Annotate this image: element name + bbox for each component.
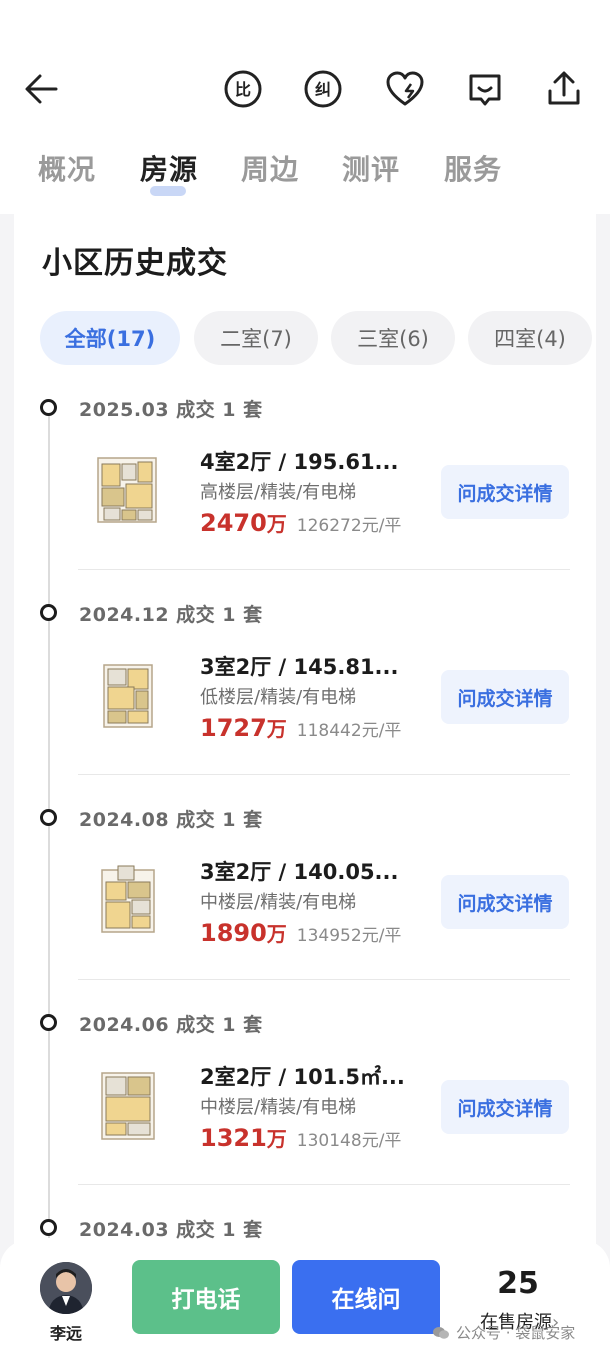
online-ask-button[interactable]: 在线问 <box>292 1260 440 1334</box>
price-row: 1321万 130148元/平 <box>200 1123 401 1152</box>
record-date: 2024.03 成交 1 套 <box>79 1219 263 1241</box>
bottom-action-bar: 李远 打电话 在线问 25 在售房源› 公众号 · 袋鼠安家 <box>0 1240 610 1356</box>
favorite-heart-icon[interactable] <box>384 68 426 110</box>
correct-error-icon[interactable]: 纠 <box>302 68 344 110</box>
wechat-icon <box>433 1326 449 1339</box>
svg-text:纠: 纠 <box>315 80 331 99</box>
svg-text:比: 比 <box>235 80 251 99</box>
divider <box>78 1184 570 1185</box>
call-button[interactable]: 打电话 <box>132 1260 280 1334</box>
for-sale-count[interactable]: 25 <box>470 1266 566 1301</box>
watermark-text: 公众号 · 袋鼠安家 <box>456 1324 576 1342</box>
transaction-record: 2024.12 成交 1 套 3室2厅 / 145.81... 低楼层/精装/有… <box>14 417 596 742</box>
transaction-record: 2025.03 成交 1 套 4室2厅 / 195.61... 高楼层/精装/有… <box>14 212 596 537</box>
agent-avatar[interactable] <box>40 1262 92 1314</box>
timeline-dot <box>40 1014 57 1031</box>
back-arrow-icon[interactable] <box>22 68 64 110</box>
compare-icon[interactable]: 比 <box>222 68 264 110</box>
tab-service[interactable]: 服务 <box>444 148 502 188</box>
timeline-dot <box>40 399 57 416</box>
total-price: 1321 <box>200 1124 267 1152</box>
agent-name: 李远 <box>49 1324 82 1343</box>
unit-price: 130148元/平 <box>296 1131 402 1151</box>
timeline-dot <box>40 1219 57 1236</box>
section-tabs: 概况 房源 周边 测评 服务 <box>0 148 610 196</box>
transaction-history-card: 小区历史成交 全部(17) 二室(7) 三室(6) 四室(4) 2025.03 … <box>14 212 596 1272</box>
timeline-dot <box>40 809 57 826</box>
tab-nearby[interactable]: 周边 <box>241 148 299 188</box>
price-unit: 万 <box>266 1127 287 1151</box>
tab-review[interactable]: 测评 <box>342 148 400 188</box>
listing-desc: 中楼层/精装/有电梯 <box>200 1097 357 1118</box>
top-header: 比 纠 概况 房源 周边 测评 服务 <box>0 0 610 214</box>
tab-listings[interactable]: 房源 <box>140 148 198 188</box>
watermark: 公众号 · 袋鼠安家 <box>432 1322 575 1343</box>
timeline-dot <box>40 604 57 621</box>
transaction-record: 2024.06 成交 1 套 2室2厅 / 101.5㎡... 中楼层/精装/有… <box>14 827 596 1152</box>
share-icon[interactable] <box>543 68 585 110</box>
tab-overview[interactable]: 概况 <box>38 148 96 188</box>
transaction-record: 2024.03 成交 1 套 <box>14 1032 596 1241</box>
transaction-record: 2024.08 成交 1 套 3室2厅 / 140.05... 中楼层/精装/有… <box>14 622 596 947</box>
message-icon[interactable] <box>464 68 506 110</box>
active-tab-indicator <box>150 186 186 196</box>
